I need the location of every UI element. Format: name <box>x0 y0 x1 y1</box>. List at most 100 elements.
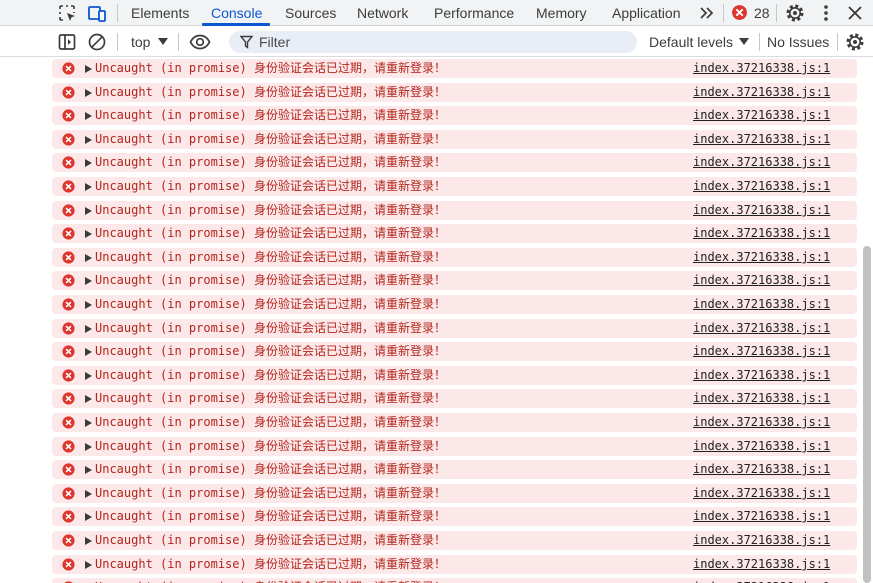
console-messages[interactable]: Uncaught (in promise) 身份验证会话已过期，请重新登录！ in… <box>0 58 873 583</box>
expand-triangle-icon[interactable] <box>85 466 92 474</box>
expand-triangle-icon[interactable] <box>85 65 92 73</box>
tab-network[interactable]: Network <box>357 0 408 25</box>
console-error-row[interactable]: Uncaught (in promise) 身份验证会话已过期，请重新登录！ in… <box>52 201 857 220</box>
filter-box[interactable] <box>229 31 637 53</box>
console-error-row[interactable]: Uncaught (in promise) 身份验证会话已过期，请重新登录！ in… <box>52 460 857 479</box>
expand-triangle-icon[interactable] <box>85 277 92 285</box>
source-link[interactable]: index.37216338.js:1 <box>693 413 830 432</box>
expand-triangle-icon[interactable] <box>85 537 92 545</box>
issues-counter[interactable]: No Issues <box>767 34 829 50</box>
source-link[interactable]: index.37216338.js:1 <box>693 106 830 125</box>
expand-triangle-icon[interactable] <box>85 443 92 451</box>
console-error-row[interactable]: Uncaught (in promise) 身份验证会话已过期，请重新登录！ in… <box>52 248 857 267</box>
source-link[interactable]: index.37216338.js:1 <box>693 83 830 102</box>
expand-triangle-icon[interactable] <box>85 112 92 120</box>
error-icon <box>62 487 75 500</box>
console-error-row[interactable]: Uncaught (in promise) 身份验证会话已过期，请重新登录！ in… <box>52 484 857 503</box>
console-error-row[interactable]: Uncaught (in promise) 身份验证会话已过期，请重新登录！ in… <box>52 319 857 338</box>
log-levels-select[interactable]: Default levels <box>649 34 749 50</box>
scrollbar-thumb[interactable] <box>863 246 871 583</box>
source-link[interactable]: index.37216338.js:1 <box>693 578 830 583</box>
source-link[interactable]: index.37216338.js:1 <box>693 224 830 243</box>
error-icon <box>62 369 75 382</box>
error-count-badge[interactable]: 28 <box>754 5 770 21</box>
error-icon[interactable] <box>731 4 748 21</box>
expand-triangle-icon[interactable] <box>85 490 92 498</box>
console-error-row[interactable]: Uncaught (in promise) 身份验证会话已过期，请重新登录！ in… <box>52 130 857 149</box>
source-link[interactable]: index.37216338.js:1 <box>693 366 830 385</box>
expand-triangle-icon[interactable] <box>85 348 92 356</box>
tab-elements[interactable]: Elements <box>131 0 189 25</box>
console-error-row[interactable]: Uncaught (in promise) 身份验证会话已过期，请重新登录！ in… <box>52 507 857 526</box>
source-link[interactable]: index.37216338.js:1 <box>693 507 830 526</box>
chevron-down-icon <box>158 38 168 45</box>
expand-triangle-icon[interactable] <box>85 183 92 191</box>
console-error-row[interactable]: Uncaught (in promise) 身份验证会话已过期，请重新登录！ in… <box>52 437 857 456</box>
source-link[interactable]: index.37216338.js:1 <box>693 130 830 149</box>
expand-triangle-icon[interactable] <box>85 513 92 521</box>
sidebar-toggle-icon[interactable] <box>57 32 77 52</box>
tab-console[interactable]: Console <box>211 0 262 25</box>
close-icon[interactable] <box>845 3 865 23</box>
console-error-row[interactable]: Uncaught (in promise) 身份验证会话已过期，请重新登录！ in… <box>52 177 857 196</box>
console-error-row[interactable]: Uncaught (in promise) 身份验证会话已过期，请重新登录！ in… <box>52 578 857 583</box>
expand-triangle-icon[interactable] <box>85 230 92 238</box>
source-link[interactable]: index.37216338.js:1 <box>693 59 830 78</box>
expand-triangle-icon[interactable] <box>85 207 92 215</box>
source-link[interactable]: index.37216338.js:1 <box>693 201 830 220</box>
source-link[interactable]: index.37216338.js:1 <box>693 319 830 338</box>
console-error-row[interactable]: Uncaught (in promise) 身份验证会话已过期，请重新登录！ in… <box>52 555 857 574</box>
expand-triangle-icon[interactable] <box>85 395 92 403</box>
console-error-row[interactable]: Uncaught (in promise) 身份验证会话已过期，请重新登录！ in… <box>52 59 857 78</box>
console-error-row[interactable]: Uncaught (in promise) 身份验证会话已过期，请重新登录！ in… <box>52 389 857 408</box>
source-link[interactable]: index.37216338.js:1 <box>693 484 830 503</box>
source-link[interactable]: index.37216338.js:1 <box>693 555 830 574</box>
gear-icon[interactable] <box>785 3 805 23</box>
tab-sources[interactable]: Sources <box>285 0 336 25</box>
expand-triangle-icon[interactable] <box>85 136 92 144</box>
error-message: Uncaught (in promise) 身份验证会话已过期，请重新登录！ <box>95 155 446 169</box>
error-icon <box>62 558 75 571</box>
source-link[interactable]: index.37216338.js:1 <box>693 295 830 314</box>
console-error-row[interactable]: Uncaught (in promise) 身份验证会话已过期，请重新登录！ in… <box>52 83 857 102</box>
error-icon <box>62 251 75 264</box>
expand-triangle-icon[interactable] <box>85 561 92 569</box>
inspect-element-icon[interactable] <box>57 3 77 23</box>
expand-triangle-icon[interactable] <box>85 254 92 262</box>
filter-input[interactable] <box>259 31 619 53</box>
eye-icon[interactable] <box>189 32 211 52</box>
expand-triangle-icon[interactable] <box>85 301 92 309</box>
expand-triangle-icon[interactable] <box>85 89 92 97</box>
console-error-row[interactable]: Uncaught (in promise) 身份验证会话已过期，请重新登录！ in… <box>52 224 857 243</box>
console-error-row[interactable]: Uncaught (in promise) 身份验证会话已过期，请重新登录！ in… <box>52 366 857 385</box>
gear-icon[interactable] <box>845 32 865 52</box>
tab-application[interactable]: Application <box>612 0 681 25</box>
tab-performance[interactable]: Performance <box>434 0 514 25</box>
console-error-row[interactable]: Uncaught (in promise) 身份验证会话已过期，请重新登录！ in… <box>52 295 857 314</box>
expand-triangle-icon[interactable] <box>85 325 92 333</box>
console-error-row[interactable]: Uncaught (in promise) 身份验证会话已过期，请重新登录！ in… <box>52 271 857 290</box>
double-chevron-right-icon[interactable] <box>697 3 717 23</box>
expand-triangle-icon[interactable] <box>85 159 92 167</box>
console-error-row[interactable]: Uncaught (in promise) 身份验证会话已过期，请重新登录！ in… <box>52 342 857 361</box>
console-error-row[interactable]: Uncaught (in promise) 身份验证会话已过期，请重新登录！ in… <box>52 153 857 172</box>
source-link[interactable]: index.37216338.js:1 <box>693 389 830 408</box>
expand-triangle-icon[interactable] <box>85 372 92 380</box>
device-toolbar-icon[interactable] <box>87 3 107 23</box>
execution-context-select[interactable]: top <box>131 34 168 50</box>
source-link[interactable]: index.37216338.js:1 <box>693 342 830 361</box>
source-link[interactable]: index.37216338.js:1 <box>693 177 830 196</box>
more-vert-icon[interactable] <box>816 3 836 23</box>
console-error-row[interactable]: Uncaught (in promise) 身份验证会话已过期，请重新登录！ in… <box>52 106 857 125</box>
expand-triangle-icon[interactable] <box>85 419 92 427</box>
source-link[interactable]: index.37216338.js:1 <box>693 437 830 456</box>
source-link[interactable]: index.37216338.js:1 <box>693 531 830 550</box>
source-link[interactable]: index.37216338.js:1 <box>693 271 830 290</box>
source-link[interactable]: index.37216338.js:1 <box>693 248 830 267</box>
tab-memory[interactable]: Memory <box>536 0 587 25</box>
console-error-row[interactable]: Uncaught (in promise) 身份验证会话已过期，请重新登录！ in… <box>52 531 857 550</box>
console-error-row[interactable]: Uncaught (in promise) 身份验证会话已过期，请重新登录！ in… <box>52 413 857 432</box>
source-link[interactable]: index.37216338.js:1 <box>693 460 830 479</box>
source-link[interactable]: index.37216338.js:1 <box>693 153 830 172</box>
clear-console-icon[interactable] <box>87 32 107 52</box>
